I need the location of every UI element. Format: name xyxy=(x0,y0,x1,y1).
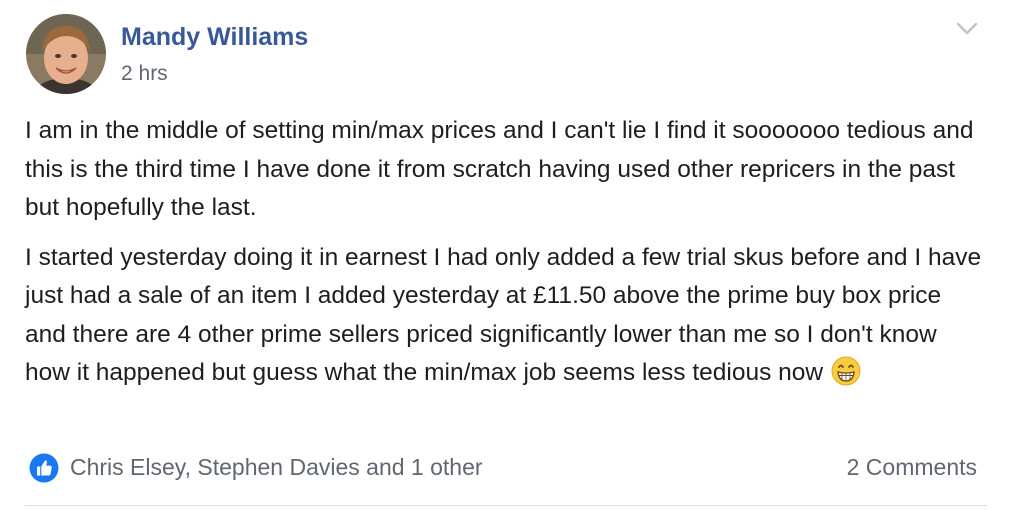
divider xyxy=(25,505,987,506)
chevron-down-icon xyxy=(956,22,978,35)
post-options-button[interactable] xyxy=(952,14,982,44)
post-footer: Chris Elsey, Stephen Davies and 1 other … xyxy=(25,447,977,487)
post-body: I am in the middle of setting min/max pr… xyxy=(25,112,985,399)
author-avatar[interactable] xyxy=(26,14,106,94)
profile-photo xyxy=(26,14,106,94)
grinning-face-emoji xyxy=(831,356,861,399)
like-icon[interactable] xyxy=(29,453,59,483)
reactors-link[interactable]: Chris Elsey, Stephen Davies and 1 other xyxy=(70,452,483,482)
author-name[interactable]: Mandy Williams xyxy=(121,20,308,54)
post-timestamp[interactable]: 2 hrs xyxy=(121,60,168,88)
post-paragraph: I am in the middle of setting min/max pr… xyxy=(25,117,974,221)
comments-count-link[interactable]: 2 Comments xyxy=(847,452,977,482)
feed-post: Mandy Williams 2 hrs I am in the middle … xyxy=(0,0,1012,510)
post-paragraph: I started yesterday doing it in earnest … xyxy=(25,239,985,399)
